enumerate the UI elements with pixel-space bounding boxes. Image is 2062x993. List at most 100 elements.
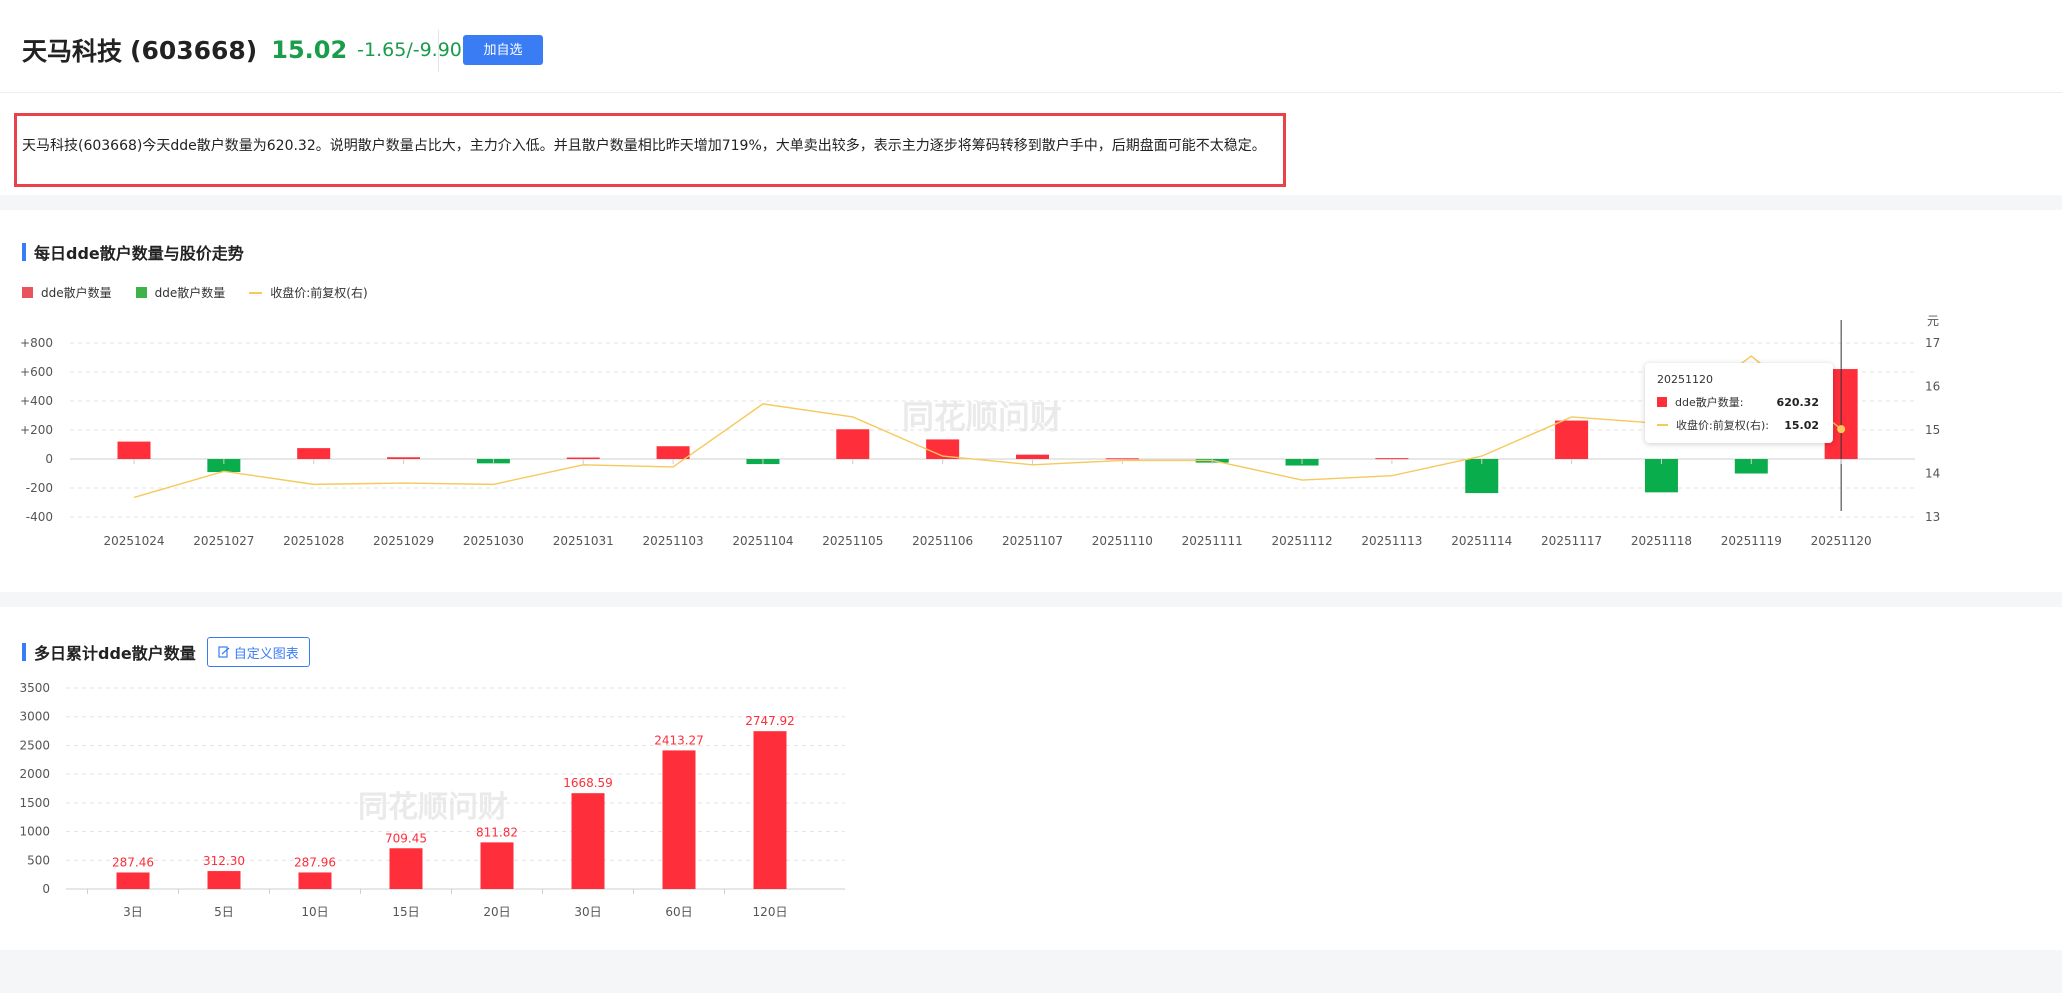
y2-tick-label: 14 (1925, 467, 1940, 481)
cumulative-dde-chart[interactable]: 同花顺问财 287.46 312.30 287.96 709.45 811.82 1668… (0, 680, 900, 920)
x-tick-label: 120日 (753, 905, 788, 919)
y-tick-label: 3500 (19, 681, 50, 695)
tooltip-value-dde: 620.32 (1776, 395, 1819, 409)
dde-bar (566, 457, 600, 459)
cumulative-bar (207, 871, 241, 889)
legend-item-down[interactable]: dde散户数量 (135, 284, 226, 301)
cumulative-bar (571, 793, 605, 889)
price-change: -1.65/-9.90% (357, 39, 480, 61)
x-tick-label: 20251105 (822, 534, 883, 548)
edit-icon (218, 646, 230, 658)
tooltip-label-price: 收盘价:前复权(右): (1676, 419, 1769, 432)
cumulative-chart-title: 多日累计dde散户数量 (34, 644, 196, 663)
y2-tick-label: 15 (1925, 423, 1940, 437)
legend-item-up[interactable]: dde散户数量 (22, 284, 112, 301)
bar-value-label: 2413.27 (654, 733, 704, 747)
header-separator (0, 92, 2062, 93)
tooltip-label-dde: dde散户数量: (1675, 396, 1744, 409)
y-tick-label: -200 (26, 481, 53, 495)
dde-bar (117, 441, 151, 459)
bar-value-label: 1668.59 (563, 776, 613, 790)
y-tick-label: 2000 (19, 767, 50, 781)
section-title-cumulative: 多日累计dde散户数量 自定义图表 (22, 637, 310, 667)
dde-bar (656, 446, 690, 459)
cumulative-bar (753, 731, 787, 889)
stock-header: 天马科技 (603668) 15.02 -1.65/-9.90% (22, 28, 480, 72)
x-tick-label: 20251114 (1451, 534, 1512, 548)
x-tick-label: 5日 (214, 905, 234, 919)
summary-text: 天马科技(603668)今天dde散户数量为620.32。说明散户数量占比大，主… (22, 138, 1266, 154)
y-tick-label: 1500 (19, 796, 50, 810)
x-tick-label: 3日 (123, 905, 143, 919)
stock-name: 天马科技 (22, 37, 123, 66)
legend-label-price: 收盘价:前复权(右) (270, 286, 368, 300)
add-watchlist-button[interactable]: 加自选 (463, 35, 543, 65)
legend-label-up: dde散户数量 (41, 286, 112, 300)
y2-tick-label: 13 (1925, 510, 1940, 524)
legend-item-price[interactable]: 收盘价:前复权(右) (249, 284, 368, 301)
stock-code: (603668) (130, 35, 258, 65)
y-tick-label: +200 (20, 423, 53, 437)
x-tick-label: 20日 (483, 905, 510, 919)
x-tick-label: 20251024 (103, 534, 164, 548)
x-tick-label: 20251120 (1811, 534, 1872, 548)
y2-tick-label: 16 (1925, 380, 1940, 394)
tooltip-row-dde: dde散户数量: 620.32 (1657, 394, 1819, 410)
x-tick-label: 20251118 (1631, 534, 1692, 548)
cumulative-bar (116, 872, 150, 889)
cumulative-bar (389, 848, 423, 889)
cumulative-bar (298, 872, 332, 889)
dde-bar (297, 448, 331, 459)
dde-bar (1016, 454, 1049, 459)
bar-value-label: 312.30 (203, 854, 245, 868)
right-axis-unit: 元 (1927, 314, 1939, 328)
legend-swatch-line (249, 291, 263, 294)
x-tick-label: 20251107 (1002, 534, 1063, 548)
dde-bar (836, 429, 870, 459)
x-tick-label: 20251112 (1272, 534, 1333, 548)
x-tick-label: 20251117 (1541, 534, 1602, 548)
chart-legend: dde散户数量 dde散户数量 收盘价:前复权(右) (22, 284, 392, 301)
daily-chart-title: 每日dde散户数量与股价走势 (34, 244, 244, 263)
stock-price: 15.02 (271, 36, 348, 64)
dde-bar (1375, 458, 1409, 460)
y-tick-label: +400 (20, 394, 53, 408)
legend-swatch-red (22, 287, 33, 298)
y-tick-label: +800 (20, 336, 53, 350)
header-divider (438, 30, 439, 72)
dde-bar (1644, 459, 1678, 493)
chart2-watermark: 同花顺问财 (358, 790, 508, 825)
dde-bar (1465, 459, 1499, 494)
x-tick-label: 60日 (665, 905, 692, 919)
tooltip-row-price: 收盘价:前复权(右): 15.02 (1657, 417, 1819, 433)
x-tick-label: 20251027 (193, 534, 254, 548)
legend-swatch-green (135, 287, 147, 298)
tooltip-value-price: 15.02 (1784, 418, 1819, 432)
y-tick-label: -400 (26, 510, 53, 524)
x-tick-label: 20251030 (463, 534, 524, 548)
cumulative-bar (480, 842, 514, 889)
tooltip-swatch-line (1657, 424, 1668, 426)
section-title-daily: 每日dde散户数量与股价走势 (22, 240, 244, 264)
tooltip-swatch-red (1657, 397, 1667, 407)
y-tick-label: 0 (45, 452, 53, 466)
x-tick-label: 20251119 (1721, 534, 1782, 548)
x-tick-label: 20251031 (553, 534, 614, 548)
x-tick-label: 20251111 (1182, 534, 1243, 548)
chart-tooltip: 20251120 dde散户数量: 620.32 收盘价:前复权(右): 15.… (1645, 363, 1833, 443)
bar-value-label: 709.45 (385, 831, 427, 845)
dde-bar (387, 457, 421, 459)
x-tick-label: 30日 (574, 905, 601, 919)
x-tick-label: 20251113 (1361, 534, 1422, 548)
y-tick-label: 3000 (19, 710, 50, 724)
cumulative-bar (662, 750, 696, 889)
legend-label-down: dde散户数量 (154, 286, 226, 300)
x-tick-label: 15日 (392, 905, 419, 919)
custom-chart-button[interactable]: 自定义图表 (206, 637, 310, 667)
x-tick-label: 10日 (301, 905, 328, 919)
x-tick-label: 20251028 (283, 534, 344, 548)
x-tick-label: 20251106 (912, 534, 973, 548)
title-accent-bar (22, 243, 26, 261)
tooltip-date: 20251120 (1657, 373, 1713, 386)
bar-value-label: 811.82 (476, 825, 518, 839)
